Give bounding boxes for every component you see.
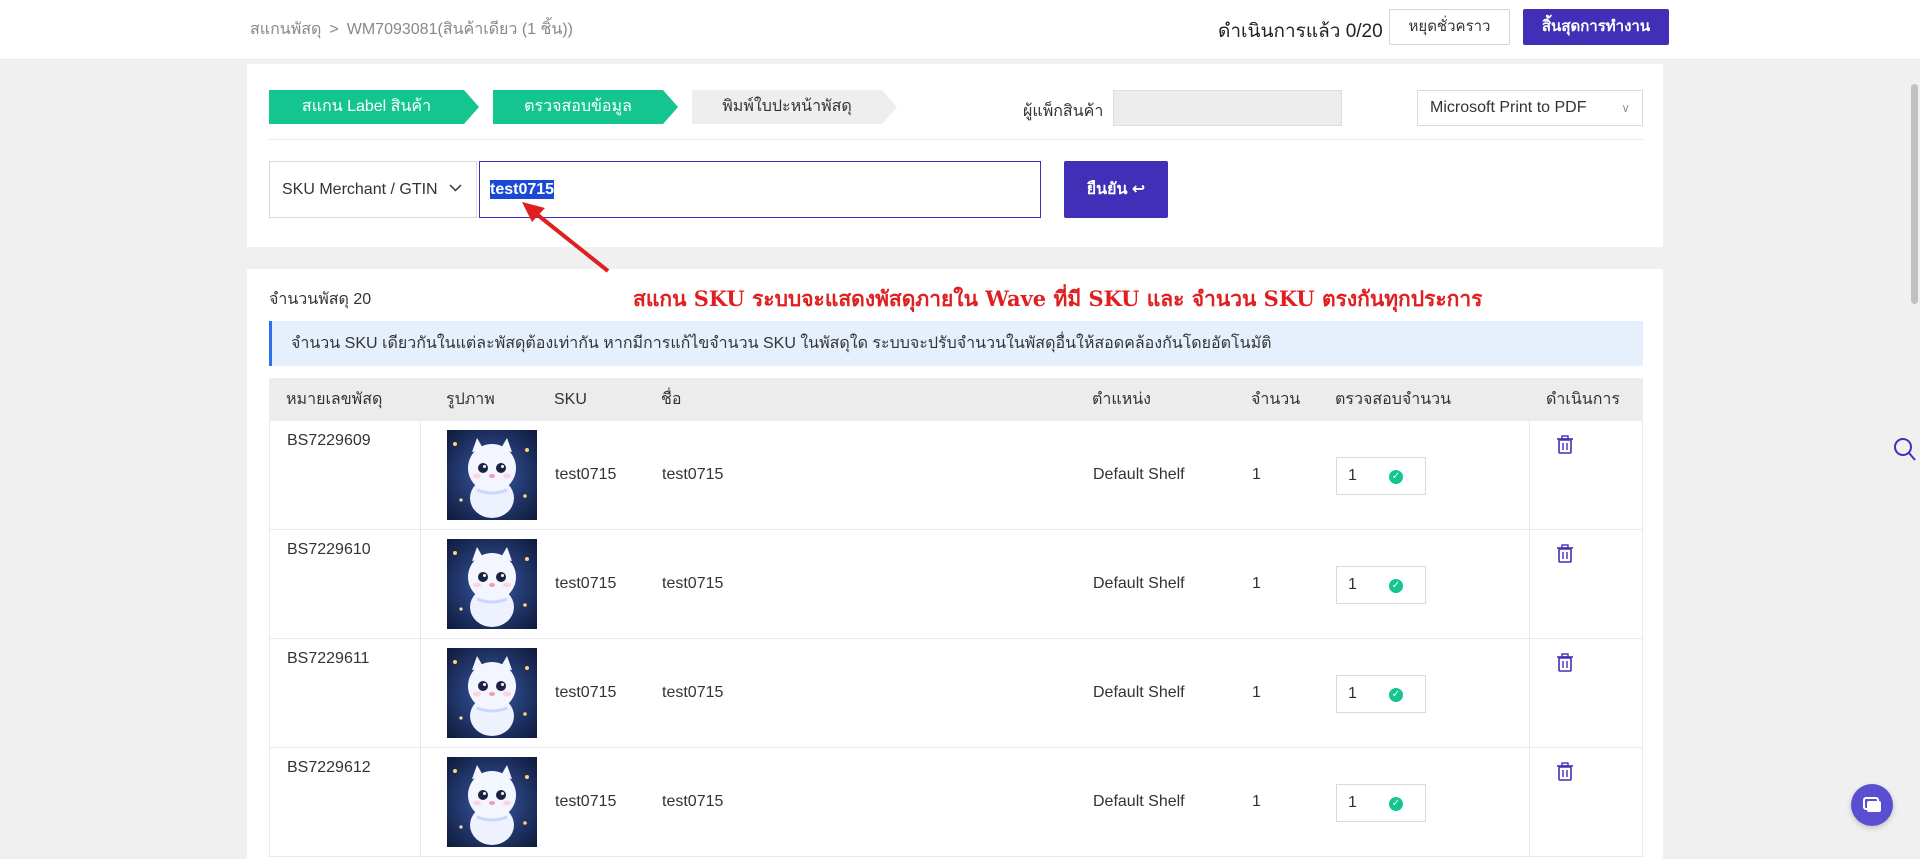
qty-value: 1 [1252, 793, 1261, 810]
check-qty-value: 1 [1348, 576, 1357, 593]
packer-input[interactable] [1113, 90, 1342, 126]
parcel-table: หมายเลขพัสดุ รูปภาพ SKU ชื่อ ตำแหน่ง จำน… [269, 378, 1643, 857]
chevron-down-icon [449, 162, 462, 217]
location-value: Default Shelf [1093, 793, 1185, 810]
col-qty: จำนวน [1251, 391, 1301, 408]
scan-type-value: SKU Merchant / GTIN [282, 181, 438, 198]
breadcrumb-wave: WM7093081(สินค้าเดียว (1 ชิ้น)) [346, 21, 573, 38]
cell-divider [1529, 530, 1530, 638]
sku-value: test0715 [555, 793, 617, 810]
sku-scan-value: test0715 [490, 180, 555, 199]
qty-value: 1 [1252, 684, 1261, 701]
finish-button[interactable]: สิ้นสุดการทำงาน [1523, 9, 1669, 45]
parcel-number: BS7229611 [287, 650, 370, 667]
product-name: test0715 [662, 575, 724, 592]
info-banner: จำนวน SKU เดียวกันในแต่ละพัสดุต้องเท่ากั… [269, 321, 1643, 366]
check-qty-input[interactable]: 1 ✓ [1336, 784, 1426, 822]
col-location: ตำแหน่ง [1092, 391, 1151, 408]
step-verify: ตรวจสอบข้อมูล [493, 90, 678, 124]
step-scan-label: สแกน Label สินค้า [269, 90, 479, 124]
search-icon[interactable] [1893, 437, 1917, 463]
cell-divider [420, 639, 421, 747]
scan-type-select[interactable]: SKU Merchant / GTIN [269, 161, 477, 218]
col-check: ตรวจสอบจำนวน [1335, 391, 1452, 408]
trash-icon[interactable] [1556, 435, 1574, 455]
parcel-number: BS7229612 [287, 759, 371, 776]
printer-select[interactable]: Microsoft Print to PDF ∨ [1417, 90, 1643, 126]
breadcrumb-scan-link[interactable]: สแกนพัสดุ [250, 21, 321, 38]
chevron-down-icon: ∨ [1621, 101, 1630, 115]
cell-divider [1529, 748, 1530, 856]
table-header: หมายเลขพัสดุ รูปภาพ SKU ชื่อ ตำแหน่ง จำน… [269, 378, 1643, 421]
breadcrumb: สแกนพัสดุ > WM7093081(สินค้าเดียว (1 ชิ้น)… [250, 17, 573, 42]
confirm-button[interactable]: ยืนยัน ↩ [1064, 161, 1168, 218]
trash-icon[interactable] [1556, 544, 1574, 564]
sku-value: test0715 [555, 684, 617, 701]
col-action: ดำเนินการ [1546, 391, 1620, 408]
chat-icon[interactable] [1851, 784, 1893, 826]
step-verify-text: ตรวจสอบข้อมูล [524, 98, 632, 115]
check-qty-input[interactable]: 1 ✓ [1336, 566, 1426, 604]
check-circle-icon: ✓ [1389, 688, 1403, 702]
check-qty-value: 1 [1348, 467, 1357, 484]
table-row: BS7229611 test0715 test0715 Default Shelf 1 1… [269, 639, 1643, 748]
parcel-count: จำนวนพัสดุ 20 [269, 291, 372, 308]
step-scan-label-text: สแกน Label สินค้า [301, 98, 432, 115]
col-image: รูปภาพ [446, 391, 495, 408]
col-name: ชื่อ [661, 391, 682, 408]
check-circle-icon: ✓ [1389, 470, 1403, 484]
check-qty-input[interactable]: 1 ✓ [1336, 457, 1426, 495]
qty-value: 1 [1252, 466, 1261, 483]
product-name: test0715 [662, 466, 724, 483]
table-row: BS7229609 test0715 test0715 Default Shelf 1 1… [269, 421, 1643, 530]
product-image [447, 648, 537, 738]
cell-divider [420, 421, 421, 529]
location-value: Default Shelf [1093, 466, 1185, 483]
scan-card: สแกน Label สินค้า ตรวจสอบข้อมูล พิมพ์ใบป… [247, 64, 1663, 247]
sku-value: test0715 [555, 575, 617, 592]
check-qty-value: 1 [1348, 685, 1357, 702]
packer-label: ผู้แพ็กสินค้า [1023, 103, 1104, 120]
col-sku: SKU [554, 391, 587, 408]
divider [269, 139, 1643, 140]
cell-divider [420, 748, 421, 856]
cell-divider [1529, 639, 1530, 747]
printer-select-value: Microsoft Print to PDF [1430, 99, 1587, 116]
pause-button[interactable]: หยุดชั่วคราว [1389, 9, 1510, 45]
product-image [447, 757, 537, 847]
table-row: BS7229610 test0715 test0715 Default Shelf 1 1… [269, 530, 1643, 639]
step-print-text: พิมพ์ใบปะหน้าพัสดุ [722, 98, 852, 115]
product-name: test0715 [662, 684, 724, 701]
scrollbar[interactable] [1911, 84, 1918, 304]
check-circle-icon: ✓ [1389, 797, 1403, 811]
check-circle-icon: ✓ [1389, 579, 1403, 593]
trash-icon[interactable] [1556, 762, 1574, 782]
cell-divider [1529, 421, 1530, 529]
parcel-number: BS7229609 [287, 432, 371, 449]
location-value: Default Shelf [1093, 684, 1185, 701]
progress-status: ดำเนินการแล้ว 0/20 [1218, 21, 1383, 42]
check-qty-input[interactable]: 1 ✓ [1336, 675, 1426, 713]
col-parcel: หมายเลขพัสดุ [286, 391, 383, 408]
product-image [447, 539, 537, 629]
sku-value: test0715 [555, 466, 617, 483]
location-value: Default Shelf [1093, 575, 1185, 592]
product-name: test0715 [662, 793, 724, 810]
annotation-text: สแกน SKU ระบบจะแสดงพัสดุภายใน Wave ที่มี… [633, 286, 1483, 311]
top-bar: สแกนพัสดุ > WM7093081(สินค้าเดียว (1 ชิ้น)… [0, 0, 1920, 60]
check-qty-value: 1 [1348, 794, 1357, 811]
product-image [447, 430, 537, 520]
sku-scan-input[interactable]: test0715 [479, 161, 1041, 218]
step-print: พิมพ์ใบปะหน้าพัสดุ [692, 90, 897, 124]
table-row: BS7229612 test0715 test0715 Default Shelf 1 1… [269, 748, 1643, 857]
cell-divider [420, 530, 421, 638]
parcel-number: BS7229610 [287, 541, 371, 558]
parcel-list-card: จำนวนพัสดุ 20 จำนวน SKU เดียวกันในแต่ละพ… [247, 269, 1663, 859]
breadcrumb-separator: > [329, 21, 339, 38]
trash-icon[interactable] [1556, 653, 1574, 673]
qty-value: 1 [1252, 575, 1261, 592]
